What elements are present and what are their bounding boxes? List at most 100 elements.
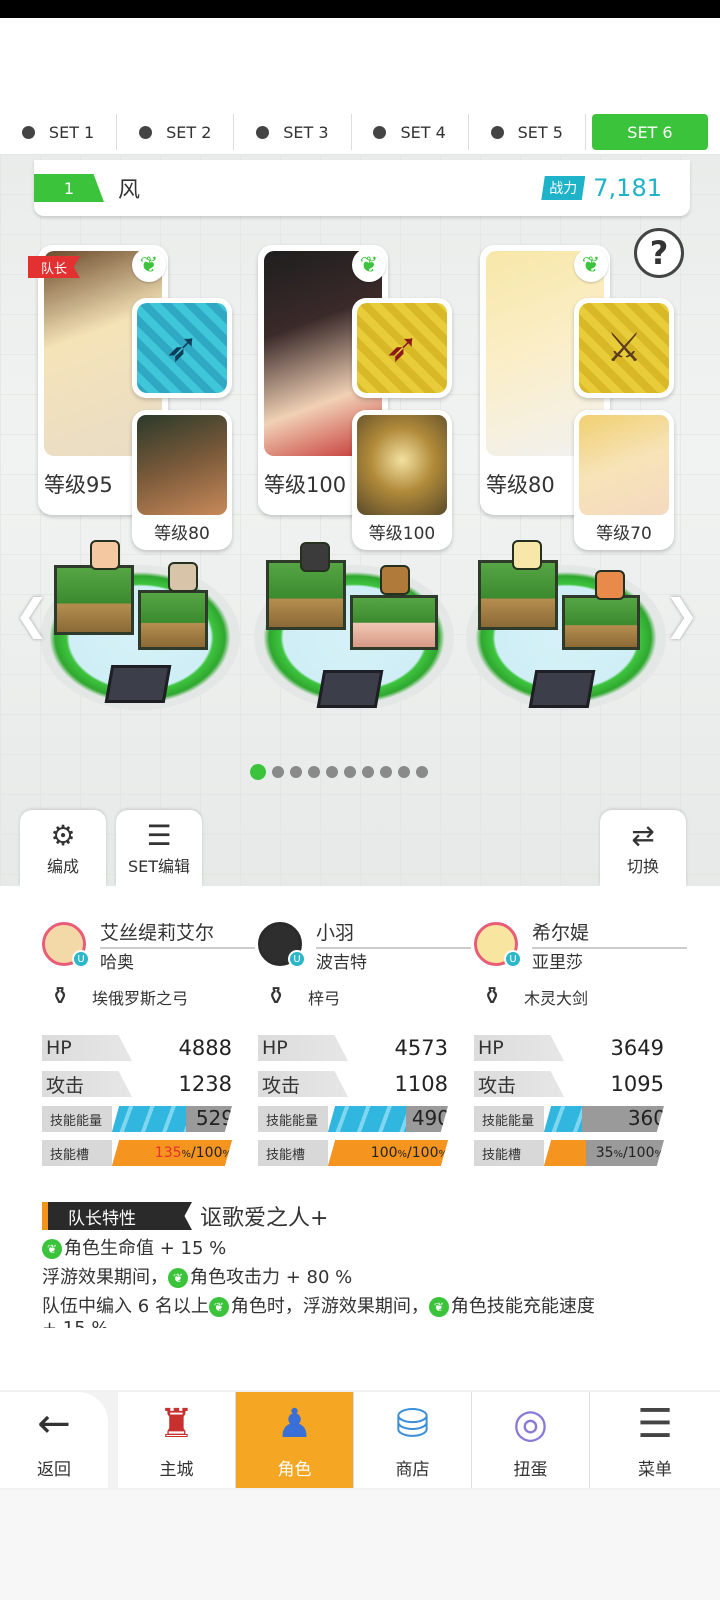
slot-value: 100%/100%	[371, 1145, 448, 1161]
energy-value: 529	[195, 1106, 234, 1130]
character-subtitle: 波吉特	[316, 953, 367, 973]
weapon-icon: ⚱	[482, 982, 503, 1010]
set-edit-button[interactable]: ☰ SET编辑	[116, 810, 202, 886]
back-button[interactable]: ← 返回	[0, 1392, 108, 1488]
energy-track: 360	[544, 1106, 664, 1132]
page-dot[interactable]	[362, 766, 374, 778]
weapon-card-1[interactable]: ➶	[132, 298, 232, 398]
nav-label: 扭蛋	[513, 1460, 548, 1480]
sub-hero-level: 等级70	[596, 524, 652, 544]
leader-trait-line: ❦ 角色生命值 + 15 %	[42, 1234, 226, 1260]
page-dot[interactable]	[250, 764, 266, 780]
leader-trait-line: 浮游效果期间， ❦ 角色攻击力 + 80 %	[42, 1263, 352, 1289]
page-indicator	[250, 764, 428, 780]
trait-text: 角色攻击力 + 80 %	[190, 1267, 353, 1288]
weapon-icon: ⚱	[266, 982, 287, 1010]
shop-bag-icon: ⛁	[395, 1401, 430, 1447]
slot-unit: %	[181, 1149, 192, 1160]
switch-button[interactable]: ⇄ 切换	[600, 810, 686, 886]
hp-value: 4888	[178, 1036, 232, 1060]
wind-element-icon: ❦	[132, 248, 166, 282]
menu-list-icon: ☰	[637, 1401, 673, 1447]
bow-icon: ➶	[357, 303, 447, 393]
page-dot[interactable]	[326, 766, 338, 778]
attack-label: 攻击	[474, 1071, 564, 1097]
leader-trait-line: + 15 %	[42, 1318, 109, 1328]
page-dot[interactable]	[416, 766, 428, 778]
grass-block	[478, 560, 558, 630]
nav-label: 商店	[395, 1460, 430, 1480]
hp-row: HP 4888	[42, 1034, 232, 1062]
pixel-character-sprite[interactable]	[168, 562, 198, 592]
bottom-safe-area	[0, 1490, 720, 1600]
skill-slot-bar: 技能槽 100%/100%	[258, 1140, 448, 1166]
tab-set-3[interactable]: SET 3	[234, 114, 352, 150]
attack-row: 攻击 1238	[42, 1070, 232, 1098]
sub-hero-level: 等级100	[368, 524, 436, 544]
nav-gacha[interactable]: ◎ 扭蛋	[472, 1392, 590, 1488]
slot-unit: %	[222, 1149, 232, 1160]
dot-icon	[21, 125, 35, 139]
chevron-right-icon[interactable]: ❯	[664, 590, 699, 639]
page-dot[interactable]	[308, 766, 320, 778]
nav-menu[interactable]: ☰ 菜单	[590, 1392, 720, 1488]
tab-set-5[interactable]: SET 5	[469, 114, 586, 150]
page-dot[interactable]	[272, 766, 284, 778]
formation-gear-icon: ⚙	[50, 819, 76, 852]
nav-character[interactable]: ♟ 角色	[236, 1392, 354, 1488]
grass-block	[138, 590, 208, 650]
character-name: 小羽	[316, 918, 471, 949]
team-name[interactable]: 风	[118, 172, 140, 204]
slot-percent: 35	[595, 1145, 614, 1161]
slot-track: 100%/100%	[328, 1140, 448, 1166]
chevron-left-icon[interactable]: ❮	[14, 590, 49, 639]
sub-hero-card-1[interactable]: 等级80	[132, 410, 232, 550]
nav-city[interactable]: ♜ 主城	[118, 1392, 236, 1488]
character-name: 艾丝缇莉艾尔	[100, 918, 255, 949]
team-number: 1	[34, 174, 104, 202]
energy-fill	[544, 1106, 583, 1132]
page-dot[interactable]	[398, 766, 410, 778]
sub-hero-card-3[interactable]: 等级70	[574, 410, 674, 550]
page-dot[interactable]	[344, 766, 356, 778]
page-dot[interactable]	[380, 766, 392, 778]
pet-slot-tile[interactable]	[104, 665, 172, 703]
tab-set-4[interactable]: SET 4	[352, 114, 469, 150]
hp-row: HP 3649	[474, 1034, 664, 1062]
weapon-card-2[interactable]: ➶	[352, 298, 452, 398]
castle-icon: ♜	[158, 1401, 195, 1447]
pet-slot-tile[interactable]	[316, 670, 384, 708]
trait-text: 队伍中编入 6 名以上	[42, 1296, 209, 1317]
pixel-character-sprite[interactable]	[300, 542, 330, 572]
set-edit-label: SET编辑	[127, 857, 191, 876]
energy-label: 技能能量	[474, 1106, 544, 1132]
pixel-character-sprite[interactable]	[512, 540, 542, 570]
top-header-space	[0, 18, 720, 110]
hp-value: 4573	[394, 1036, 448, 1060]
pixel-character-sprite[interactable]	[380, 565, 410, 595]
nav-shop[interactable]: ⛁ 商店	[354, 1392, 472, 1488]
pixel-character-sprite[interactable]	[90, 540, 120, 570]
tab-set-2[interactable]: SET 2	[117, 114, 235, 150]
sub-hero-card-2[interactable]: 等级100	[352, 410, 452, 550]
weapon-card-3[interactable]: ⚔	[574, 298, 674, 398]
help-button[interactable]: ?	[634, 228, 684, 278]
page-dot[interactable]	[290, 766, 302, 778]
slot-label: 技能槽	[258, 1140, 328, 1166]
tab-set-1[interactable]: SET 1	[0, 114, 118, 150]
wind-element-icon: ❦	[352, 248, 386, 282]
slot-unit: %	[438, 1149, 448, 1160]
arrow-left-icon: ←	[37, 1401, 71, 1447]
pet-slot-tile[interactable]	[528, 670, 596, 708]
pixel-character-sprite[interactable]	[595, 570, 625, 600]
dot-icon	[373, 125, 387, 139]
tab-set-6[interactable]: SET 6	[591, 114, 709, 150]
hp-label: HP	[42, 1035, 132, 1061]
formation-button[interactable]: ⚙ 编成	[20, 810, 106, 886]
slot-unit: %	[613, 1149, 624, 1160]
slot-value: 135%/100%	[155, 1145, 232, 1161]
weapon-row: ⚱ 梓弓	[266, 982, 340, 1012]
sub-hero-portrait	[579, 415, 669, 515]
energy-track: 490	[328, 1106, 448, 1132]
dot-icon	[139, 125, 153, 139]
